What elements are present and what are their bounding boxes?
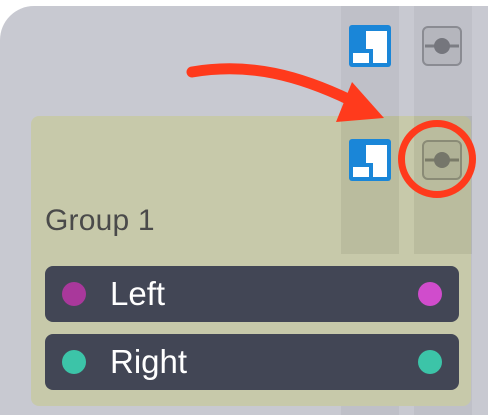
screenshot-canvas: Group 1 Left Right <box>0 0 488 415</box>
group-mode-toggle-icon[interactable] <box>349 139 391 181</box>
channel-row-right[interactable]: Right <box>45 334 459 390</box>
channel-label: Left <box>110 275 166 312</box>
channel-label: Right <box>110 343 188 380</box>
channel-output-dot[interactable] <box>418 282 442 306</box>
group-title: Group 1 <box>45 204 155 237</box>
mode-toggle-icon[interactable] <box>349 25 391 67</box>
channel-row-left[interactable]: Left <box>45 266 459 322</box>
group-column-strip-mode <box>341 116 399 254</box>
highlight-circle <box>398 120 476 198</box>
channel-color-dot <box>62 282 86 306</box>
channel-color-dot <box>62 350 86 374</box>
channel-output-dot[interactable] <box>418 350 442 374</box>
link-node-icon[interactable] <box>421 25 463 67</box>
